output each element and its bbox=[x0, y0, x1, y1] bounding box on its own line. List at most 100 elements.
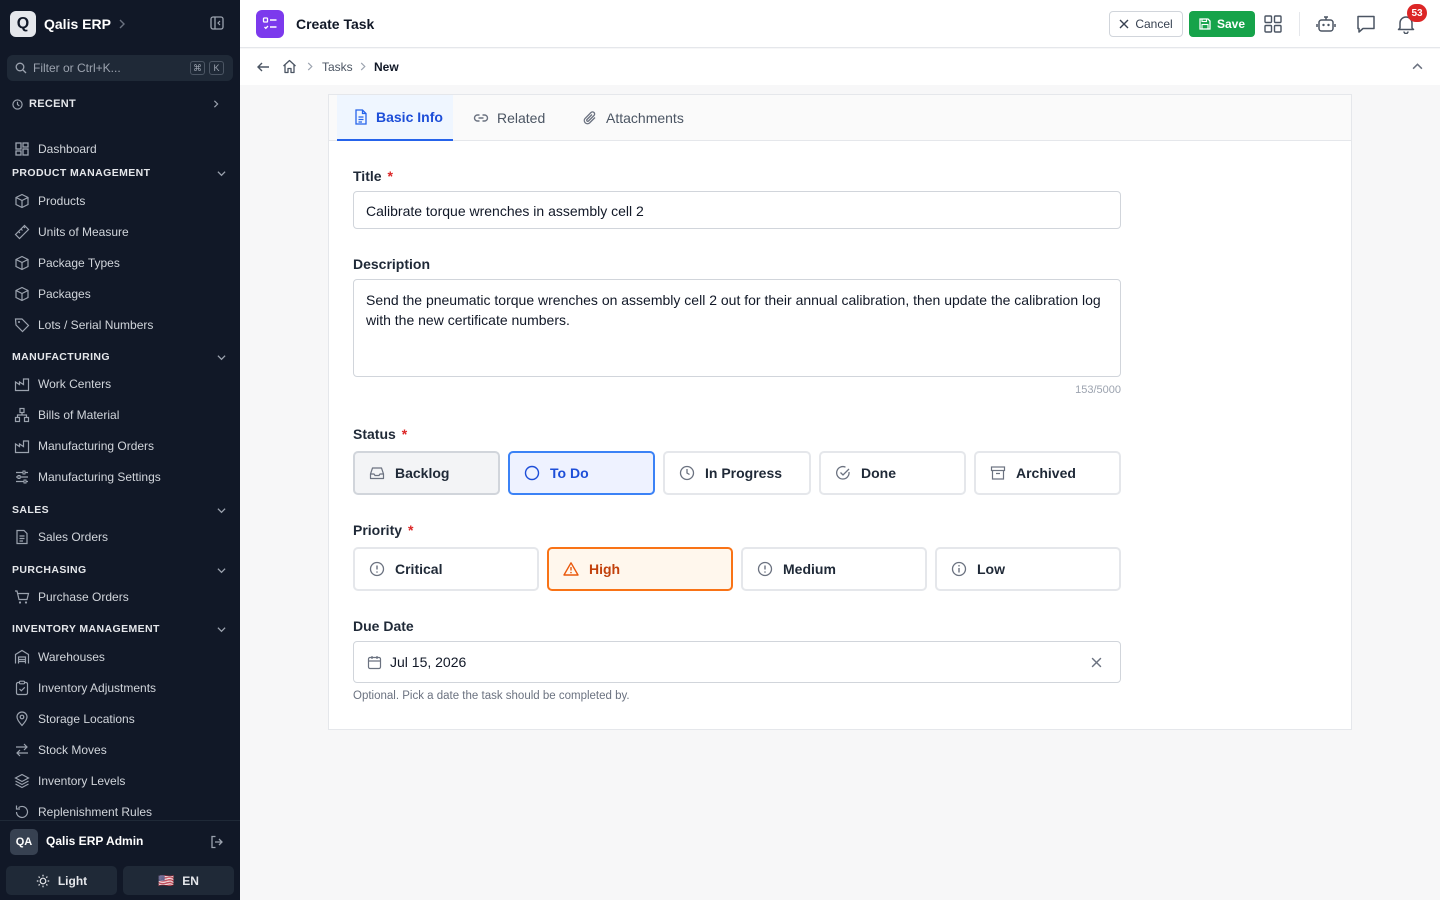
status-option-backlog[interactable]: Backlog bbox=[353, 451, 500, 495]
map-pin-icon bbox=[14, 711, 30, 727]
sidebar-item-packages[interactable]: Packages bbox=[14, 283, 228, 305]
cancel-button[interactable]: Cancel bbox=[1109, 11, 1183, 37]
due-date-value: Jul 15, 2026 bbox=[390, 654, 467, 670]
section-label: MANUFACTURING bbox=[12, 351, 110, 363]
user-name[interactable]: Qalis ERP Admin bbox=[46, 834, 143, 848]
status-option-done[interactable]: Done bbox=[819, 451, 966, 495]
section-label: SALES bbox=[12, 504, 50, 516]
due-date-input[interactable]: Jul 15, 2026 bbox=[353, 641, 1121, 683]
sidebar-item-manufacturing-settings[interactable]: Manufacturing Settings bbox=[14, 466, 228, 488]
description-value: Send the pneumatic torque wrenches on as… bbox=[366, 292, 1101, 328]
language-button[interactable]: 🇺🇸 EN bbox=[123, 866, 234, 895]
warning-triangle-icon bbox=[563, 561, 579, 577]
sidebar-item-storage-locations[interactable]: Storage Locations bbox=[14, 708, 228, 730]
breadcrumb-tasks-link[interactable]: Tasks bbox=[322, 60, 353, 74]
sidebar-collapse-icon[interactable] bbox=[210, 16, 224, 30]
arrows-left-right-icon bbox=[14, 742, 30, 758]
priority-option-low[interactable]: Low bbox=[935, 547, 1121, 591]
sidebar-item-label: Units of Measure bbox=[38, 225, 129, 239]
dashboard-icon bbox=[14, 141, 30, 157]
tab-related[interactable]: Related bbox=[473, 95, 545, 141]
logout-icon[interactable] bbox=[210, 835, 224, 849]
kbd-cmd: ⌘ bbox=[190, 61, 205, 75]
sidebar-item-label: Work Centers bbox=[38, 377, 112, 391]
page-title: Create Task bbox=[296, 16, 375, 32]
sidebar-item-lots[interactable]: Lots / Serial Numbers bbox=[14, 314, 228, 336]
section-manufacturing[interactable]: MANUFACTURING bbox=[12, 351, 228, 363]
sidebar-item-stock-moves[interactable]: Stock Moves bbox=[14, 739, 228, 761]
description-textarea[interactable]: Send the pneumatic torque wrenches on as… bbox=[353, 279, 1121, 377]
grid-icon[interactable] bbox=[1264, 15, 1282, 33]
section-inventory-management[interactable]: INVENTORY MANAGEMENT bbox=[12, 623, 228, 635]
sidebar-item-products[interactable]: Products bbox=[14, 190, 228, 212]
sidebar-item-label: Inventory Adjustments bbox=[38, 681, 157, 695]
tab-label: Related bbox=[497, 110, 546, 126]
paperclip-icon bbox=[582, 110, 598, 126]
theme-label: Light bbox=[57, 873, 88, 888]
chevron-down-icon bbox=[217, 506, 226, 515]
box-icon bbox=[14, 286, 30, 302]
section-label: PRODUCT MANAGEMENT bbox=[12, 167, 151, 179]
chevron-up-icon[interactable] bbox=[1412, 61, 1423, 72]
sidebar-item-manufacturing-orders[interactable]: Manufacturing Orders bbox=[14, 435, 228, 457]
tab-attachments[interactable]: Attachments bbox=[582, 95, 684, 141]
clear-icon[interactable] bbox=[1091, 657, 1102, 668]
message-icon[interactable] bbox=[1356, 14, 1376, 34]
clock-icon bbox=[679, 465, 695, 481]
chevron-down-icon bbox=[217, 625, 226, 634]
box-icon bbox=[14, 193, 30, 209]
tab-label: Basic Info bbox=[376, 109, 443, 125]
sidebar-item-label: Packages bbox=[38, 287, 91, 301]
chevron-right-icon bbox=[212, 100, 220, 108]
sidebar-item-label: Replenishment Rules bbox=[38, 805, 153, 819]
priority-option-high[interactable]: High bbox=[547, 547, 733, 591]
sidebar-item-label: Dashboard bbox=[38, 142, 97, 156]
sidebar-item-purchase-orders[interactable]: Purchase Orders bbox=[14, 586, 228, 608]
theme-toggle-button[interactable]: Light bbox=[6, 866, 117, 895]
sidebar-item-inventory-levels[interactable]: Inventory Levels bbox=[14, 770, 228, 792]
sidebar-item-dashboard[interactable]: Dashboard bbox=[14, 138, 228, 160]
breadcrumb-current: New bbox=[374, 60, 399, 74]
circle-icon bbox=[524, 465, 540, 481]
avatar[interactable]: QA bbox=[10, 829, 38, 855]
section-purchasing[interactable]: PURCHASING bbox=[12, 564, 228, 576]
status-option-label: In Progress bbox=[705, 465, 783, 481]
title-input[interactable]: Calibrate torque wrenches in assembly ce… bbox=[353, 191, 1121, 229]
flag-us-icon: 🇺🇸 bbox=[158, 872, 175, 888]
section-sales[interactable]: SALES bbox=[12, 504, 228, 516]
recent-toggle[interactable]: RECENT bbox=[12, 98, 228, 110]
status-option-archived[interactable]: Archived bbox=[974, 451, 1121, 495]
sidebar-item-label: Stock Moves bbox=[38, 743, 107, 757]
home-icon[interactable] bbox=[282, 59, 297, 74]
sidebar-filter-input[interactable]: Filter or Ctrl+K... ⌘ K bbox=[7, 55, 233, 81]
app-brand[interactable]: Q Qalis ERP bbox=[10, 10, 127, 38]
sidebar-item-package-types[interactable]: Package Types bbox=[14, 252, 228, 274]
bot-icon[interactable] bbox=[1316, 14, 1336, 34]
user-panel: QA Qalis ERP Admin Light 🇺🇸 EN bbox=[0, 820, 240, 900]
save-icon bbox=[1199, 18, 1211, 30]
priority-option-label: High bbox=[589, 561, 621, 577]
sun-icon bbox=[36, 874, 50, 888]
sidebar-item-bills-of-material[interactable]: Bills of Material bbox=[14, 404, 228, 426]
priority-option-label: Low bbox=[977, 561, 1005, 577]
sidebar: Q Qalis ERP Filter or Ctrl+K... ⌘ K RECE… bbox=[0, 0, 240, 900]
status-option-in-progress[interactable]: In Progress bbox=[663, 451, 811, 495]
sidebar-item-units-of-measure[interactable]: Units of Measure bbox=[14, 221, 228, 243]
sidebar-item-warehouses[interactable]: Warehouses bbox=[14, 646, 228, 668]
priority-option-medium[interactable]: Medium bbox=[741, 547, 927, 591]
link-icon bbox=[473, 110, 489, 126]
chevron-right-icon bbox=[306, 62, 314, 71]
section-product-management[interactable]: PRODUCT MANAGEMENT bbox=[12, 167, 228, 179]
calendar-icon bbox=[367, 655, 382, 670]
sidebar-item-inventory-adjustments[interactable]: Inventory Adjustments bbox=[14, 677, 228, 699]
sidebar-item-sales-orders[interactable]: Sales Orders bbox=[14, 526, 228, 548]
tab-basic-info[interactable]: Basic Info bbox=[337, 95, 453, 141]
save-button[interactable]: Save bbox=[1189, 11, 1255, 37]
sidebar-item-work-centers[interactable]: Work Centers bbox=[14, 373, 228, 395]
save-label: Save bbox=[1216, 17, 1246, 31]
status-option-todo[interactable]: To Do bbox=[508, 451, 655, 495]
sidebar-item-label: Manufacturing Settings bbox=[38, 470, 161, 484]
cancel-label: Cancel bbox=[1135, 17, 1173, 31]
back-arrow-icon[interactable] bbox=[256, 60, 270, 74]
priority-option-critical[interactable]: Critical bbox=[353, 547, 539, 591]
